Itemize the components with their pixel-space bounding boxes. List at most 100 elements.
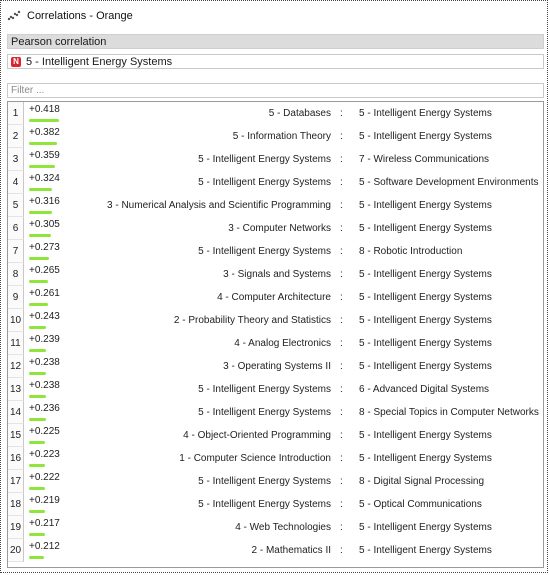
correlation-value: +0.236: [29, 403, 60, 414]
correlation-value: +0.324: [29, 173, 60, 184]
pair-separator: :: [340, 200, 343, 211]
row-index: 12: [8, 355, 24, 378]
feature-1: 1 - Computer Science Introduction: [179, 453, 331, 464]
filter-input[interactable]: [7, 83, 544, 98]
feature-1: 4 - Analog Electronics: [234, 338, 331, 349]
correlation-bar: [29, 510, 45, 513]
row-index: 13: [8, 378, 24, 401]
table-row[interactable]: 11 +0.239 4 - Analog Electronics: 5 - Intel…: [8, 332, 543, 355]
correlation-bar: [29, 188, 52, 191]
correlation-bar: [29, 303, 48, 306]
correlation-value: +0.238: [29, 380, 60, 391]
feature-2: 8 - Special Topics in Computer Networks: [359, 407, 539, 418]
row-index: 15: [8, 424, 24, 447]
correlation-value: +0.382: [29, 127, 60, 138]
feature-2: 7 - Wireless Communications: [359, 154, 490, 165]
correlation-bar: [29, 441, 45, 444]
row-index: 3: [8, 148, 24, 171]
feature-2: 5 - Intelligent Energy Systems: [359, 223, 492, 234]
feature-2: 5 - Intelligent Energy Systems: [359, 361, 492, 372]
correlation-value: +0.239: [29, 334, 60, 345]
correlation-bar: [29, 280, 48, 283]
correlation-bar: [29, 418, 46, 421]
correlation-table[interactable]: 1 +0.418 5 - Databases:5 - Intelligent Ene…: [7, 101, 544, 568]
table-row[interactable]: 13 +0.238 5 - Intelligent Energy Systems: 6…: [8, 378, 543, 401]
correlation-value: +0.265: [29, 265, 60, 276]
feature-1: 5 - Intelligent Energy Systems: [198, 177, 331, 188]
pair-separator: :: [340, 476, 343, 487]
table-row[interactable]: 5 +0.316 3 - Numerical Analysis and Scient…: [8, 194, 543, 217]
row-index: 10: [8, 309, 24, 332]
table-row[interactable]: 18 +0.219 5 - Intelligent Energy Systems: 5…: [8, 493, 543, 516]
row-index: 18: [8, 493, 24, 516]
correlation-method-select[interactable]: Pearson correlation: [7, 34, 544, 49]
row-index: 11: [8, 332, 24, 355]
correlation-value: +0.217: [29, 518, 60, 529]
feature-2: 5 - Intelligent Energy Systems: [359, 131, 492, 142]
correlation-bar: [29, 556, 44, 559]
correlation-value: +0.261: [29, 288, 60, 299]
pair-separator: :: [340, 154, 343, 165]
table-row[interactable]: 7 +0.273 5 - Intelligent Energy Systems: 8 …: [8, 240, 543, 263]
table-row[interactable]: 19 +0.217 4 - Web Technologies: 5 - Intelli…: [8, 516, 543, 539]
row-index: 1: [8, 102, 24, 125]
pair-separator: :: [340, 338, 343, 349]
correlation-value: +0.418: [29, 104, 60, 115]
feature-2: 5 - Intelligent Energy Systems: [359, 200, 492, 211]
table-row[interactable]: 2 +0.382 5 - Information Theory: 5 - Intell…: [8, 125, 543, 148]
table-row[interactable]: 12 +0.238 3 - Operating Systems II: 5 - Int…: [8, 355, 543, 378]
feature-1: 5 - Intelligent Energy Systems: [198, 246, 331, 257]
table-row[interactable]: 6 +0.305 3 - Computer Networks: 5 - Intelli…: [8, 217, 543, 240]
pair-separator: :: [340, 361, 343, 372]
table-row[interactable]: 10 +0.243 2 - Probability Theory and Stati…: [8, 309, 543, 332]
table-row[interactable]: 17 +0.222 5 - Intelligent Energy Systems: 8…: [8, 470, 543, 493]
table-row[interactable]: 15 +0.225 4 - Object-Oriented Programming:…: [8, 424, 543, 447]
row-index: 14: [8, 401, 24, 424]
feature-1: 5 - Intelligent Energy Systems: [198, 499, 331, 510]
title-bar: Correlations - Orange: [5, 5, 545, 27]
feature-select[interactable]: N 5 - Intelligent Energy Systems: [7, 54, 544, 69]
correlation-value: +0.305: [29, 219, 60, 230]
feature-2: 5 - Intelligent Energy Systems: [359, 522, 492, 533]
pair-separator: :: [340, 545, 343, 556]
correlation-bar: [29, 119, 59, 122]
numeric-variable-icon: N: [11, 56, 21, 67]
feature-1: 3 - Numerical Analysis and Scientific Pr…: [107, 200, 331, 211]
correlation-bar: [29, 211, 52, 214]
correlation-value: +0.212: [29, 541, 60, 552]
pair-separator: :: [340, 499, 343, 510]
pair-separator: :: [340, 269, 343, 280]
table-row[interactable]: 4 +0.324 5 - Intelligent Energy Systems: 5 …: [8, 171, 543, 194]
feature-1: 4 - Object-Oriented Programming: [183, 430, 331, 441]
correlation-value: +0.243: [29, 311, 60, 322]
table-row[interactable]: 8 +0.265 3 - Signals and Systems: 5 - Intel…: [8, 263, 543, 286]
row-index: 5: [8, 194, 24, 217]
feature-1: 5 - Intelligent Energy Systems: [198, 154, 331, 165]
pair-separator: :: [340, 292, 343, 303]
table-row[interactable]: 14 +0.236 5 - Intelligent Energy Systems: 8…: [8, 401, 543, 424]
table-row[interactable]: 20 +0.212 2 - Mathematics II: 5 - Intellige…: [8, 539, 543, 562]
correlation-value: +0.225: [29, 426, 60, 437]
feature-2: 5 - Intelligent Energy Systems: [359, 315, 492, 326]
row-index: 17: [8, 470, 24, 493]
correlation-bar: [29, 142, 57, 145]
feature-2: 5 - Intelligent Energy Systems: [359, 338, 492, 349]
window-title: Correlations - Orange: [27, 10, 133, 22]
feature-1: 4 - Computer Architecture: [217, 292, 331, 303]
feature-2: 5 - Intelligent Energy Systems: [359, 430, 492, 441]
correlation-value: +0.219: [29, 495, 60, 506]
table-row[interactable]: 1 +0.418 5 - Databases: 5 - Intelligent Ene…: [8, 102, 543, 125]
correlation-bar: [29, 487, 45, 490]
feature-1: 5 - Intelligent Energy Systems: [198, 476, 331, 487]
table-row[interactable]: 9 +0.261 4 - Computer Architecture: 5 - Int…: [8, 286, 543, 309]
table-row[interactable]: 16 +0.223 1 - Computer Science Introductio…: [8, 447, 543, 470]
correlation-value: +0.359: [29, 150, 60, 161]
pair-separator: :: [340, 384, 343, 395]
correlation-bar: [29, 165, 55, 168]
correlation-bar: [29, 464, 45, 467]
correlation-bar: [29, 395, 46, 398]
feature-1: 5 - Information Theory: [232, 131, 331, 142]
row-index: 6: [8, 217, 24, 240]
table-row[interactable]: 3 +0.359 5 - Intelligent Energy Systems: 7 …: [8, 148, 543, 171]
feature-2: 5 - Intelligent Energy Systems: [359, 269, 492, 280]
